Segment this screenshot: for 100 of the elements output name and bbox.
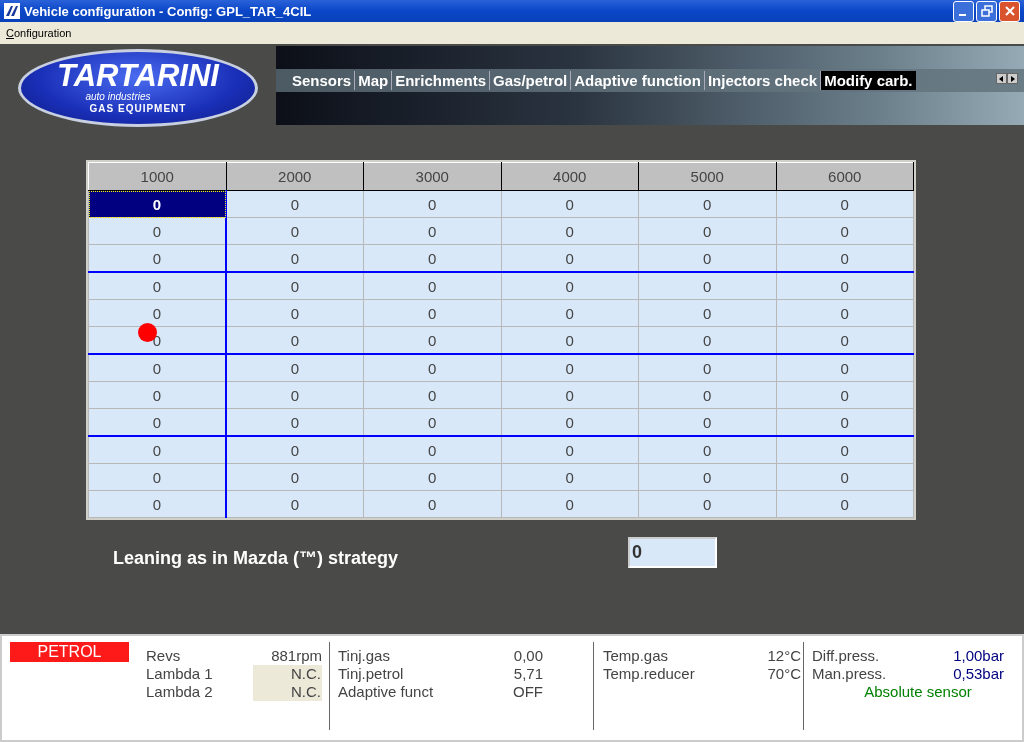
column-header: 1000 bbox=[88, 162, 226, 191]
tab[interactable]: Map bbox=[355, 71, 393, 90]
table-cell[interactable]: 0 bbox=[776, 299, 914, 327]
table-cell[interactable]: 0 bbox=[226, 436, 364, 464]
table-cell[interactable]: 0 bbox=[88, 244, 226, 272]
table-cell[interactable]: 0 bbox=[638, 436, 776, 464]
tab[interactable]: Enrichments bbox=[392, 71, 491, 90]
table-cell[interactable]: 0 bbox=[363, 436, 501, 464]
table-cell[interactable]: 0 bbox=[226, 244, 364, 272]
menu-item[interactable]: Configuration bbox=[2, 27, 76, 39]
table-cell[interactable]: 0 bbox=[363, 244, 501, 272]
table-cell[interactable]: 0 bbox=[776, 354, 914, 382]
table-cell[interactable]: 0 bbox=[776, 408, 914, 436]
minimize-icon bbox=[958, 14, 966, 16]
table-cell[interactable]: 0 bbox=[88, 272, 226, 300]
table-cell[interactable]: 0 bbox=[88, 217, 226, 245]
table-cell[interactable]: 0 bbox=[776, 244, 914, 272]
tab[interactable]: Modify carb. bbox=[821, 71, 916, 90]
table-cell[interactable]: 0 bbox=[88, 408, 226, 436]
reading-label: Diff.press. bbox=[812, 647, 880, 665]
table-cell[interactable]: 0 bbox=[638, 408, 776, 436]
table-cell[interactable]: 0 bbox=[638, 244, 776, 272]
table-cell[interactable]: 0 bbox=[226, 217, 364, 245]
column-header: 4000 bbox=[501, 162, 639, 191]
table-cell[interactable]: 0 bbox=[501, 272, 639, 300]
table-cell[interactable]: 0 bbox=[638, 190, 776, 218]
table-cell[interactable]: 0 bbox=[776, 190, 914, 218]
reading-value: 881rpm bbox=[271, 647, 322, 665]
table-cell[interactable]: 0 bbox=[501, 217, 639, 245]
minimize-button[interactable] bbox=[953, 0, 974, 22]
tab[interactable]: Sensors bbox=[289, 71, 356, 90]
table-cell[interactable]: 0 bbox=[776, 490, 914, 518]
table-cell[interactable]: 0 bbox=[776, 463, 914, 491]
close-icon bbox=[1003, 5, 1016, 17]
table-cell[interactable]: 0 bbox=[88, 490, 226, 518]
table-cell[interactable]: 0 bbox=[363, 463, 501, 491]
reading-value: 0,53bar bbox=[953, 665, 1004, 683]
table-cell[interactable]: 0 bbox=[363, 326, 501, 354]
table-cell[interactable]: 0 bbox=[776, 272, 914, 300]
reading-label: Temp.gas bbox=[603, 647, 669, 665]
leaning-label: Leaning as in Mazda (™) strategy bbox=[113, 548, 400, 569]
scroll-left-icon[interactable] bbox=[996, 73, 1007, 84]
table-cell[interactable]: 0 bbox=[501, 436, 639, 464]
scroll-right-icon[interactable] bbox=[1007, 73, 1018, 84]
table-cell[interactable]: 0 bbox=[638, 326, 776, 354]
table-cell[interactable]: 0 bbox=[363, 190, 501, 218]
table-cell[interactable]: 0 bbox=[363, 354, 501, 382]
table-cell[interactable]: 0 bbox=[501, 354, 639, 382]
column-header: 6000 bbox=[776, 162, 914, 191]
leaning-input[interactable]: 0 bbox=[628, 537, 717, 568]
table-cell[interactable]: 0 bbox=[226, 299, 364, 327]
column-header: 5000 bbox=[638, 162, 776, 191]
table-cell[interactable]: 0 bbox=[88, 190, 226, 218]
restore-button[interactable] bbox=[976, 0, 997, 22]
logo: TARTARINI auto industries GAS EQUIPMENT bbox=[18, 49, 258, 127]
table-cell[interactable]: 0 bbox=[638, 354, 776, 382]
table-cell[interactable]: 0 bbox=[638, 272, 776, 300]
table-cell[interactable]: 0 bbox=[638, 381, 776, 409]
table-cell[interactable]: 0 bbox=[226, 354, 364, 382]
table-cell[interactable]: 0 bbox=[363, 299, 501, 327]
table-cell[interactable]: 0 bbox=[776, 326, 914, 354]
table-cell[interactable]: 0 bbox=[501, 408, 639, 436]
table-cell[interactable]: 0 bbox=[776, 436, 914, 464]
table-cell[interactable]: 0 bbox=[226, 272, 364, 300]
table-cell[interactable]: 0 bbox=[501, 381, 639, 409]
table-cell[interactable]: 0 bbox=[638, 490, 776, 518]
tab[interactable]: Adaptive function bbox=[571, 71, 705, 90]
reading-value: 70°C bbox=[767, 665, 801, 683]
table-cell[interactable]: 0 bbox=[226, 463, 364, 491]
table-cell[interactable]: 0 bbox=[363, 408, 501, 436]
table-cell[interactable]: 0 bbox=[88, 463, 226, 491]
table-cell[interactable]: 0 bbox=[363, 272, 501, 300]
table-cell[interactable]: 0 bbox=[501, 190, 639, 218]
table-cell[interactable]: 0 bbox=[363, 381, 501, 409]
table-cell[interactable]: 0 bbox=[226, 326, 364, 354]
table-cell[interactable]: 0 bbox=[88, 354, 226, 382]
table-cell[interactable]: 0 bbox=[501, 490, 639, 518]
table-cell[interactable]: 0 bbox=[88, 299, 226, 327]
table-cell[interactable]: 0 bbox=[638, 463, 776, 491]
close-button[interactable] bbox=[999, 0, 1020, 22]
table-cell[interactable]: 0 bbox=[226, 381, 364, 409]
table-cell[interactable]: 0 bbox=[638, 299, 776, 327]
table-cell[interactable]: 0 bbox=[501, 299, 639, 327]
table-cell[interactable]: 0 bbox=[776, 217, 914, 245]
reading-label: Lambda 2 bbox=[146, 683, 213, 701]
table-cell[interactable]: 0 bbox=[638, 217, 776, 245]
tab[interactable]: Gas/petrol bbox=[490, 71, 572, 90]
table-cell[interactable]: 0 bbox=[501, 326, 639, 354]
reading-label: Tinj.gas bbox=[338, 647, 390, 665]
table-cell[interactable]: 0 bbox=[501, 463, 639, 491]
reading-label: Temp.reducer bbox=[603, 665, 695, 683]
table-cell[interactable]: 0 bbox=[88, 381, 226, 409]
table-cell[interactable]: 0 bbox=[501, 244, 639, 272]
table-cell[interactable]: 0 bbox=[776, 381, 914, 409]
table-cell[interactable]: 0 bbox=[88, 436, 226, 464]
table-cell[interactable]: 0 bbox=[226, 408, 364, 436]
table-cell[interactable]: 0 bbox=[226, 190, 364, 218]
table-cell[interactable]: 0 bbox=[363, 490, 501, 518]
table-cell[interactable]: 0 bbox=[226, 490, 364, 518]
table-cell[interactable]: 0 bbox=[363, 217, 501, 245]
